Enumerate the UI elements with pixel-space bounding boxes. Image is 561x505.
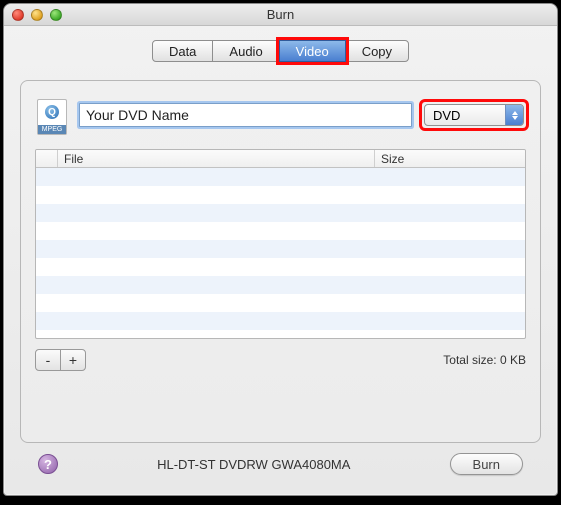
close-icon[interactable]: [12, 9, 24, 21]
main-panel: Q MPEG DVD File: [20, 80, 541, 443]
name-row: Q MPEG DVD: [35, 95, 526, 135]
column-file[interactable]: File: [58, 150, 375, 167]
table-row: [36, 204, 525, 222]
table-row: [36, 168, 525, 186]
table-row: [36, 258, 525, 276]
tab-data[interactable]: Data: [152, 40, 213, 62]
help-button[interactable]: ?: [38, 454, 58, 474]
format-select-label: DVD: [425, 108, 505, 123]
chevron-updown-icon: [505, 105, 523, 125]
total-size-label: Total size: 0 KB: [443, 353, 526, 367]
traffic-lights: [12, 9, 62, 21]
burn-button[interactable]: Burn: [450, 453, 523, 475]
table-row: [36, 294, 525, 312]
table-row: [36, 276, 525, 294]
add-remove-group: - +: [35, 349, 86, 371]
add-button[interactable]: +: [60, 349, 86, 371]
remove-button[interactable]: -: [35, 349, 61, 371]
tab-copy[interactable]: Copy: [345, 40, 409, 62]
table-row: [36, 186, 525, 204]
app-window: Burn Data Audio Video Copy Q MPEG: [3, 3, 558, 496]
column-size[interactable]: Size: [375, 150, 525, 167]
table-row: [36, 312, 525, 330]
table-body[interactable]: [36, 168, 525, 338]
zoom-icon[interactable]: [50, 9, 62, 21]
tab-audio[interactable]: Audio: [212, 40, 279, 62]
format-highlight: DVD: [422, 102, 526, 128]
minimize-icon[interactable]: [31, 9, 43, 21]
tab-video[interactable]: Video: [279, 40, 346, 62]
content: Data Audio Video Copy Q MPEG DVD: [4, 26, 557, 495]
titlebar: Burn: [4, 4, 557, 26]
tab-bar: Data Audio Video Copy: [20, 40, 541, 62]
drive-label: HL-DT-ST DVDRW GWA4080MA: [58, 457, 450, 472]
mpeg-file-icon: Q MPEG: [35, 95, 69, 135]
disc-name-input[interactable]: [79, 103, 412, 127]
window-title: Burn: [4, 7, 557, 22]
table-header: File Size: [36, 150, 525, 168]
column-handle: [36, 150, 58, 167]
table-row: [36, 222, 525, 240]
table-footer: - + Total size: 0 KB: [35, 349, 526, 371]
format-select[interactable]: DVD: [424, 104, 524, 126]
footer: ? HL-DT-ST DVDRW GWA4080MA Burn: [20, 443, 541, 485]
table-row: [36, 240, 525, 258]
file-table: File Size: [35, 149, 526, 339]
